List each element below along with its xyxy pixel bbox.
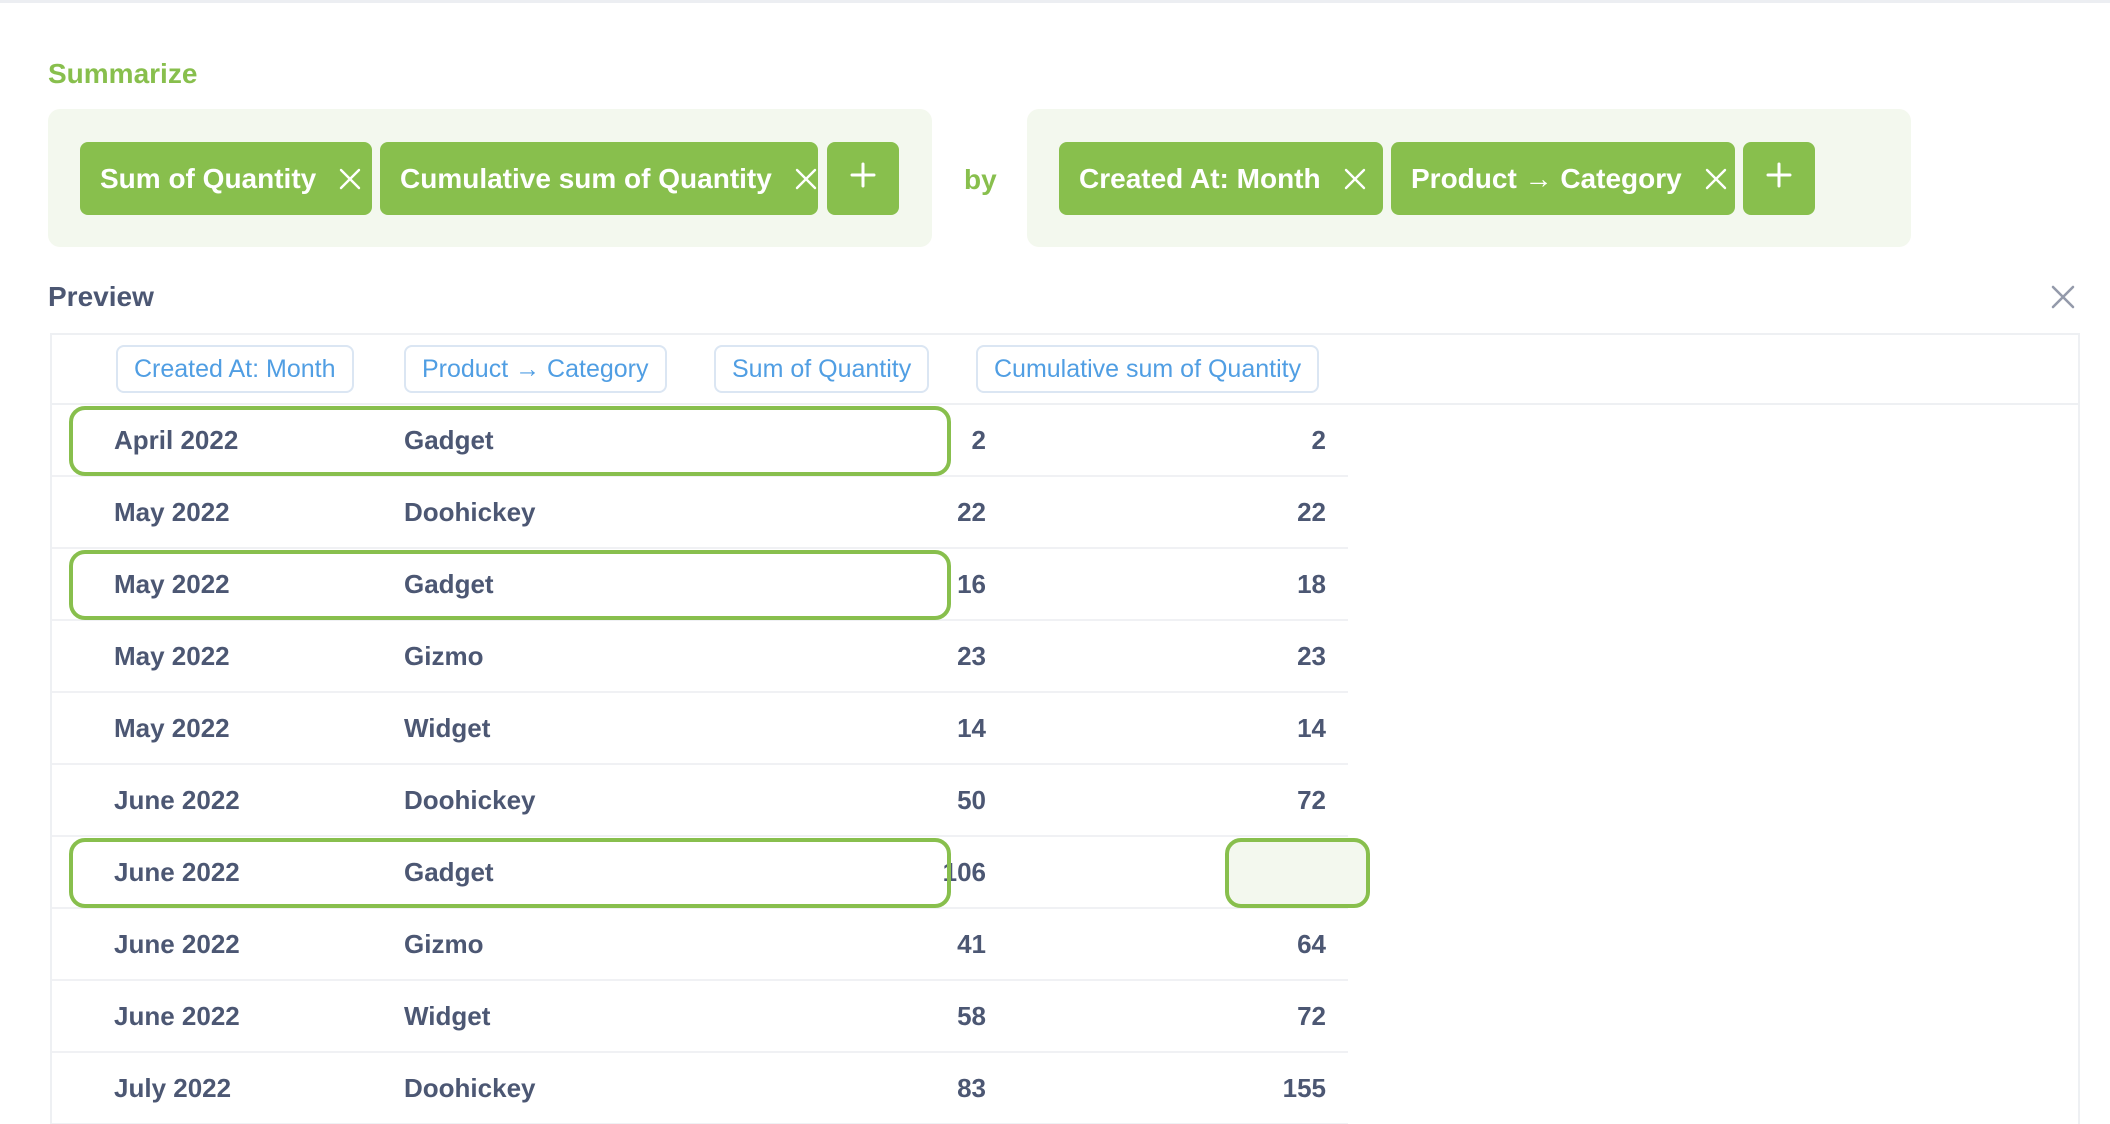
close-icon[interactable] [794,167,818,191]
cell-sum-quantity: 83 [957,1073,986,1103]
metrics-box: Sum of Quantity Cumulative sum of Quanti… [48,109,932,247]
cell-month: June 2022 [114,1001,240,1031]
plus-icon [849,161,877,196]
cell-cumulative-sum: 72 [1297,1001,1326,1031]
cell-category: Doohickey [404,497,536,527]
column-header-created-at-month[interactable]: Created At: Month [116,345,354,393]
grouping-pill-created-at-month[interactable]: Created At: Month [1059,142,1383,215]
metric-pill-label: Cumulative sum of Quantity [400,162,772,194]
column-header-cumulative-sum-quantity[interactable]: Cumulative sum of Quantity [976,345,1320,393]
cell-sum-quantity: 41 [957,929,986,959]
table-row: June 2022 Widget 58 72 [52,981,1348,1053]
metric-pill-label: Sum of Quantity [100,162,317,194]
highlight-row [69,550,951,620]
cell-sum-quantity: 23 [957,641,986,671]
cell-month: July 2022 [114,1073,232,1103]
cell-month: June 2022 [114,785,240,815]
highlight-cell [1225,838,1370,908]
cell-cumulative-sum: 155 [1282,1073,1326,1103]
grouping-pill-label: Created At: Month [1079,162,1321,194]
table-header: Created At: Month Product → Category Sum… [52,335,2078,405]
preview-table: Created At: Month Product → Category Sum… [50,333,2080,1124]
by-label: by [964,164,997,195]
table-row: May 2022 Doohickey 22 22 [52,477,1348,549]
summarize-title: Summarize [48,58,198,89]
cell-cumulative-sum: 14 [1297,713,1326,743]
grouping-pill-product-category[interactable]: Product → Category [1391,142,1735,215]
close-icon[interactable] [338,167,362,191]
groupings-box: Created At: Month Product → Category [1027,109,1911,247]
metric-pill-sum-quantity[interactable]: Sum of Quantity [80,142,372,215]
table-row: June 2022 Doohickey 50 72 [52,765,1348,837]
cell-category: Widget [404,713,491,743]
cell-month: May 2022 [114,641,230,671]
add-grouping-button[interactable] [1743,142,1815,215]
cell-category: Doohickey [404,1073,536,1103]
grouping-pill-label: Product → Category [1411,162,1682,194]
cell-sum-quantity: 22 [957,497,986,527]
cell-cumulative-sum: 18 [1297,569,1326,599]
cell-category: Gizmo [404,929,484,959]
cell-cumulative-sum: 2 [1311,425,1326,455]
close-icon[interactable] [2050,284,2076,310]
highlight-row [69,838,951,908]
cell-category: Widget [404,1001,491,1031]
top-divider [0,0,2110,3]
column-header-sum-quantity[interactable]: Sum of Quantity [714,345,930,393]
add-metric-button[interactable] [827,142,899,215]
table-row: May 2022 Widget 14 14 [52,693,1348,765]
preview-title: Preview [48,281,154,312]
cell-sum-quantity: 14 [957,713,986,743]
cell-sum-quantity: 58 [957,1001,986,1031]
table-row: July 2022 Doohickey 83 155 [52,1053,1348,1124]
cell-cumulative-sum: 23 [1297,641,1326,671]
cell-category: Doohickey [404,785,536,815]
column-header-product-category[interactable]: Product → Category [404,345,667,393]
plus-icon [1765,161,1793,196]
cell-cumulative-sum: 64 [1297,929,1326,959]
cell-month: May 2022 [114,713,230,743]
metric-pill-cumulative-sum-quantity[interactable]: Cumulative sum of Quantity [380,142,818,215]
cell-sum-quantity: 50 [957,785,986,815]
close-icon[interactable] [1704,167,1728,191]
cell-category: Gizmo [404,641,484,671]
close-icon[interactable] [1343,167,1367,191]
cell-month: May 2022 [114,497,230,527]
table-row: May 2022 Gizmo 23 23 [52,621,1348,693]
highlight-row [69,406,951,476]
cell-month: June 2022 [114,929,240,959]
cell-cumulative-sum: 22 [1297,497,1326,527]
table-row: June 2022 Gizmo 41 64 [52,909,1348,981]
cell-cumulative-sum: 72 [1297,785,1326,815]
